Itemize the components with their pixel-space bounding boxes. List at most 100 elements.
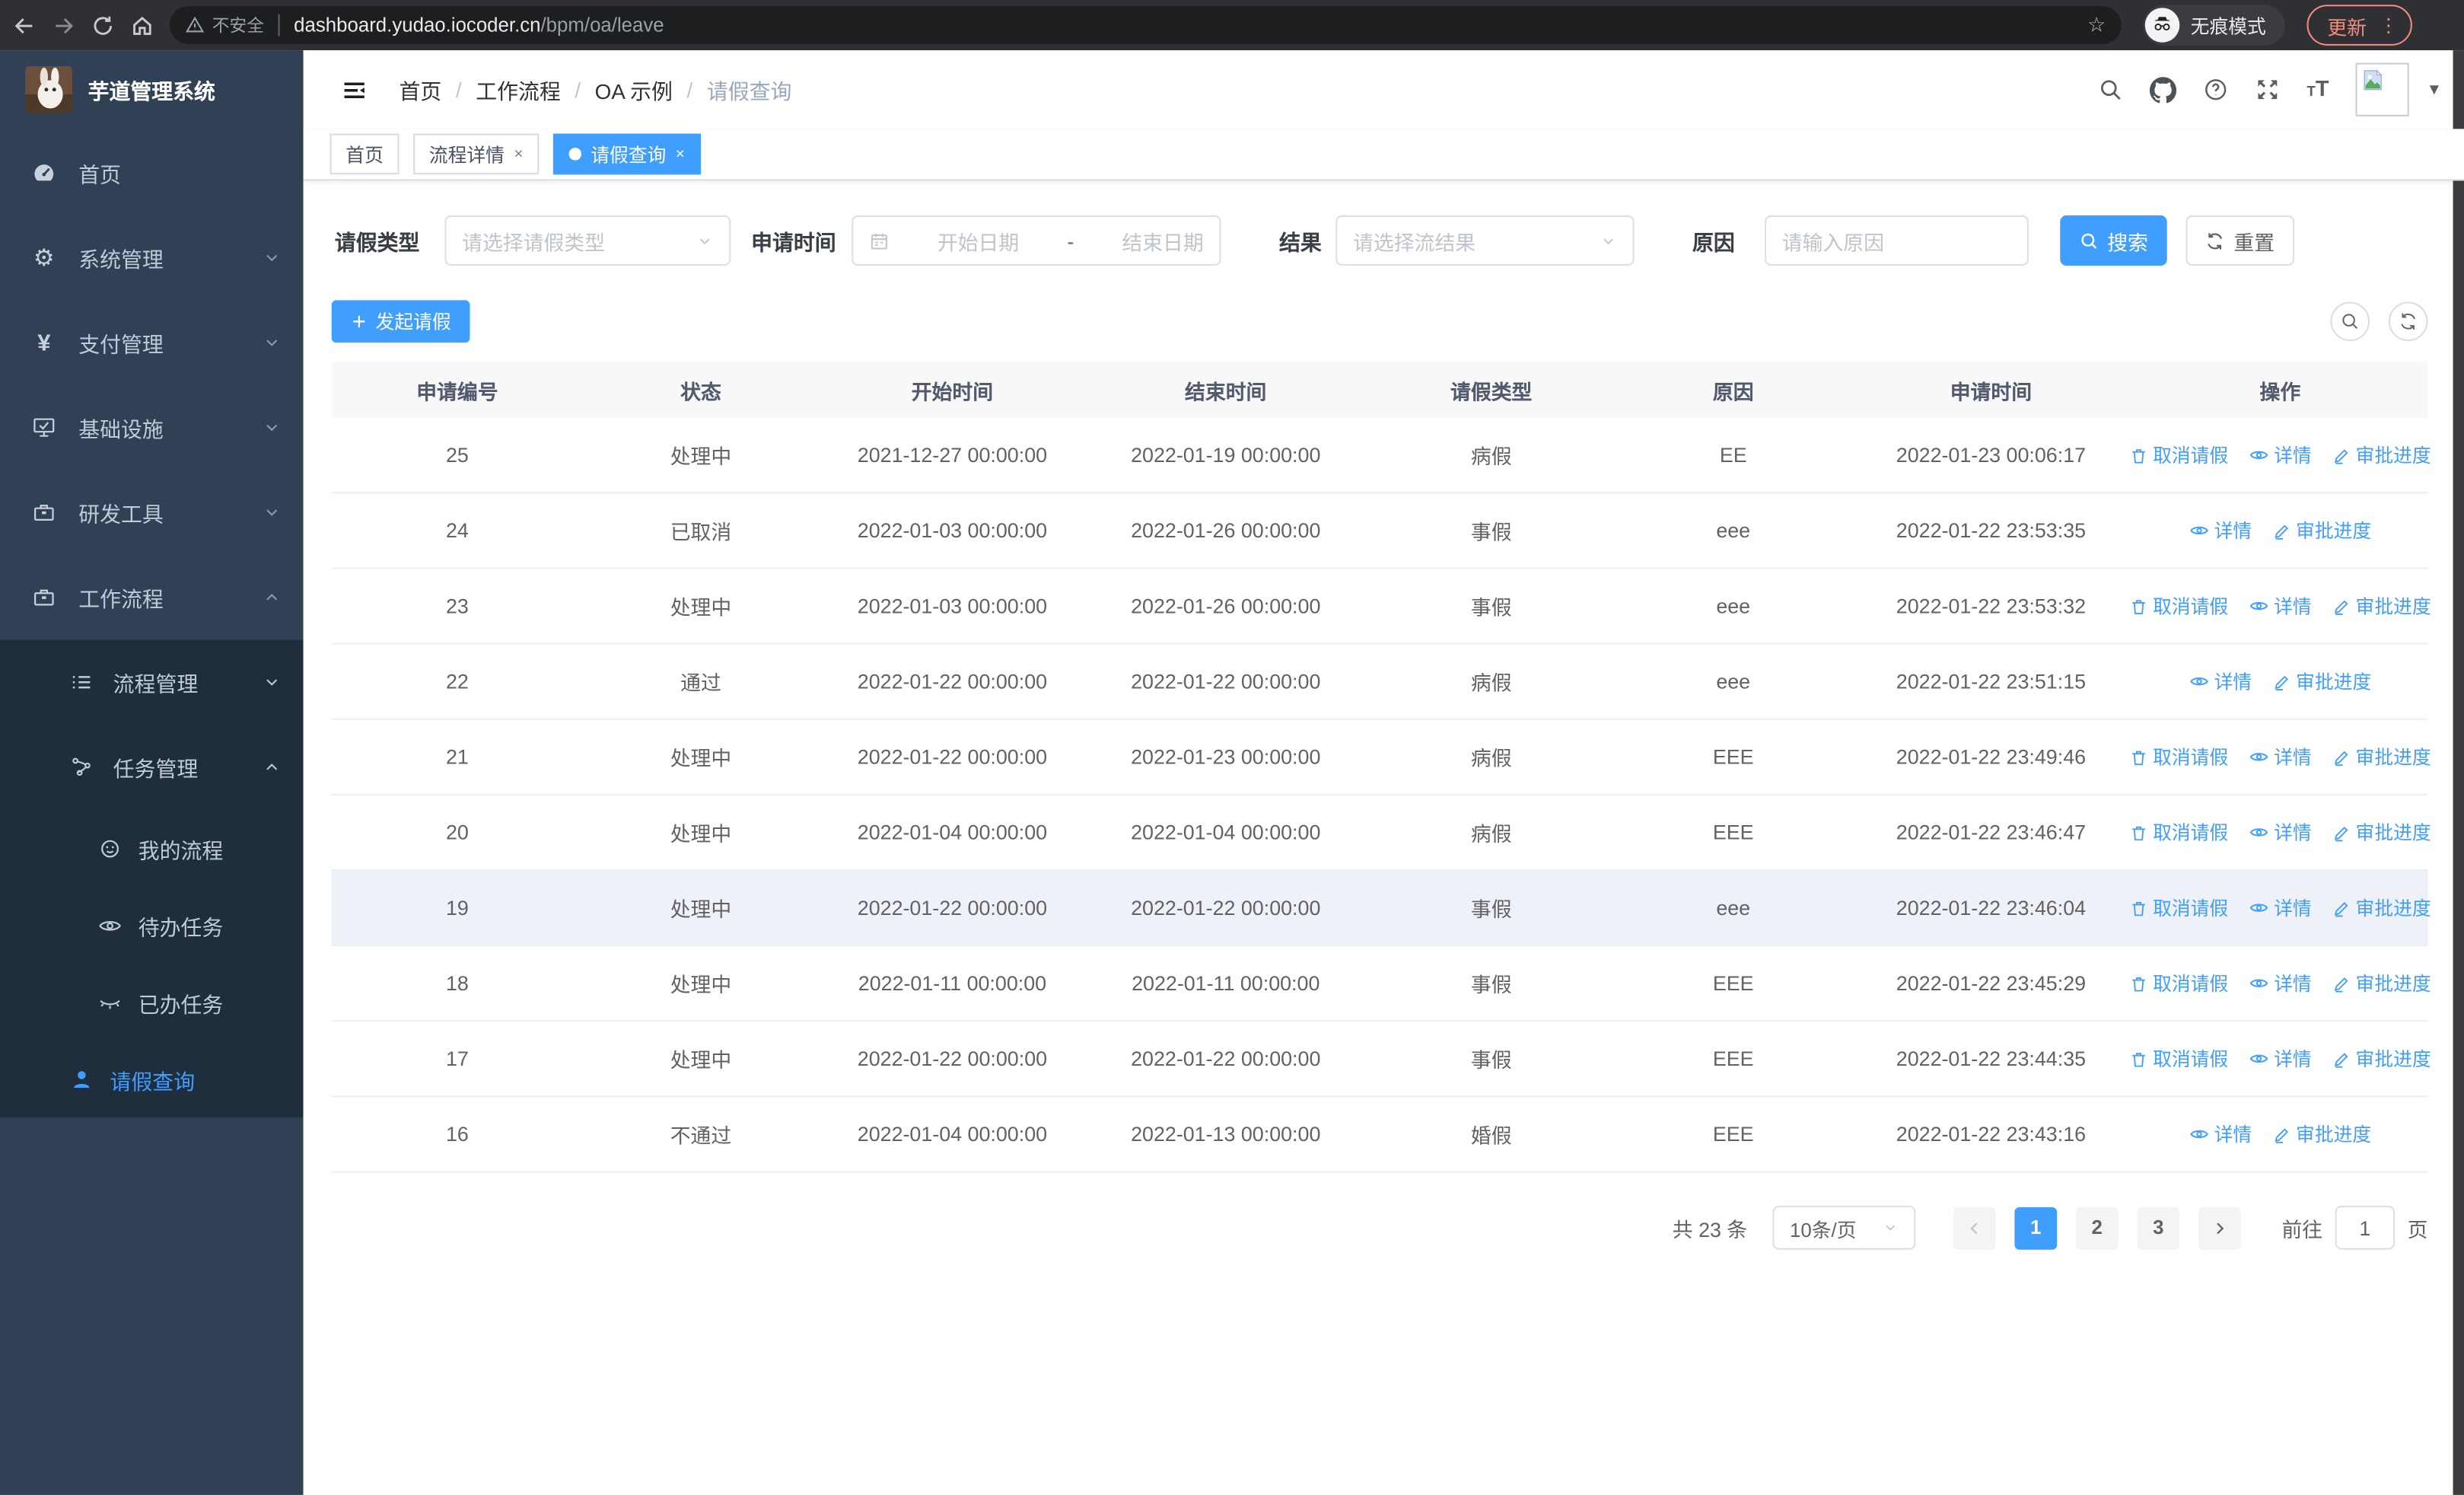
page-size-select[interactable]: 10条/页 [1772, 1205, 1916, 1250]
sidebar-item-done-tasks[interactable]: 已办任务 [0, 964, 304, 1041]
sidebar-item-my-process[interactable]: 我的流程 [0, 810, 304, 887]
trash-icon [2129, 898, 2148, 917]
prev-page-button[interactable] [1953, 1206, 1996, 1249]
github-icon[interactable] [2150, 76, 2177, 103]
cancel-leave-link[interactable]: 取消请假 [2129, 970, 2228, 996]
goto-label: 前往 [2281, 1217, 2323, 1242]
table-row[interactable]: 25 处理中 2021-12-27 00:00:00 2022-01-19 00… [331, 418, 2431, 494]
table-row[interactable]: 17 处理中 2022-01-22 00:00:00 2022-01-22 00… [331, 1022, 2431, 1098]
search-button[interactable]: 搜索 [2060, 215, 2167, 266]
browser-reload-icon[interactable] [91, 14, 115, 37]
browser-forward-icon[interactable] [52, 14, 75, 37]
approval-progress-link[interactable]: 审批进度 [2272, 517, 2371, 543]
tab-home[interactable]: 首页 [329, 133, 400, 175]
detail-link[interactable]: 详情 [2249, 593, 2312, 620]
font-size-icon[interactable]: TT [2307, 75, 2329, 104]
sidebar-collapse-icon[interactable] [341, 76, 368, 103]
cancel-leave-link[interactable]: 取消请假 [2129, 744, 2228, 770]
cancel-leave-link[interactable]: 取消请假 [2129, 441, 2228, 468]
sidebar-item-task-mgmt[interactable]: 任务管理 [0, 725, 304, 810]
cancel-leave-link[interactable]: 取消请假 [2129, 593, 2228, 620]
table-row[interactable]: 19 处理中 2022-01-22 00:00:00 2022-01-22 00… [331, 871, 2431, 947]
browser-update-button[interactable]: 更新 ⋮ [2306, 5, 2412, 46]
sidebar-item-workflow[interactable]: 工作流程 [0, 555, 304, 640]
approval-progress-link[interactable]: 审批进度 [2332, 1045, 2431, 1072]
fullscreen-icon[interactable] [2255, 77, 2280, 102]
browser-toolbar: 不安全 dashboard.yudao.iocoder.cn/bpm/oa/le… [0, 0, 2464, 51]
cell-apply-id: 24 [445, 518, 469, 543]
tab-process-detail[interactable]: 流程详情 × [413, 133, 540, 175]
detail-link[interactable]: 详情 [2249, 970, 2312, 996]
detail-link[interactable]: 详情 [2249, 441, 2312, 468]
approval-progress-link[interactable]: 审批进度 [2332, 441, 2431, 468]
sidebar-item-devtools[interactable]: 研发工具 [0, 470, 304, 555]
approval-progress-link[interactable]: 审批进度 [2272, 668, 2371, 695]
cell-end-time: 2022-01-22 00:00:00 [1131, 1047, 1321, 1071]
close-icon[interactable]: × [514, 145, 523, 163]
cancel-leave-link[interactable]: 取消请假 [2129, 894, 2228, 921]
approval-progress-link[interactable]: 审批进度 [2332, 744, 2431, 770]
table-row[interactable]: 20 处理中 2022-01-04 00:00:00 2022-01-04 00… [331, 795, 2431, 872]
detail-link[interactable]: 详情 [2249, 744, 2312, 770]
table-row[interactable]: 18 处理中 2022-01-11 00:00:00 2022-01-11 00… [331, 946, 2431, 1022]
leave-type-select[interactable]: 请选择请假类型 [444, 215, 731, 266]
sidebar-item-todo-tasks[interactable]: 待办任务 [0, 887, 304, 964]
browser-home-icon[interactable] [130, 14, 154, 37]
browser-back-icon[interactable] [13, 14, 37, 37]
page-number-1[interactable]: 1 [2014, 1206, 2058, 1249]
table-row[interactable]: 23 处理中 2022-01-03 00:00:00 2022-01-26 00… [331, 569, 2431, 645]
sidebar-item-home[interactable]: 首页 [0, 130, 304, 215]
table-row[interactable]: 16 不通过 2022-01-04 00:00:00 2022-01-13 00… [331, 1097, 2428, 1173]
approval-progress-link[interactable]: 审批进度 [2332, 970, 2431, 996]
create-leave-button[interactable]: 发起请假 [331, 300, 470, 343]
goto-page-input[interactable]: 1 [2335, 1205, 2396, 1250]
page-number-2[interactable]: 2 [2075, 1206, 2119, 1249]
column-header: 操作 [2259, 379, 2301, 403]
table-row[interactable]: 22 通过 2022-01-22 00:00:00 2022-01-22 00:… [331, 644, 2428, 720]
search-icon[interactable] [2098, 77, 2123, 102]
approval-progress-link[interactable]: 审批进度 [2332, 819, 2431, 846]
apply-time-range-picker[interactable]: 开始日期 - 结束日期 [852, 215, 1221, 266]
cancel-leave-link[interactable]: 取消请假 [2129, 1045, 2228, 1072]
address-bar[interactable]: 不安全 dashboard.yudao.iocoder.cn/bpm/oa/le… [170, 6, 2122, 44]
sidebar-item-leave-query[interactable]: 请假查询 [0, 1041, 304, 1117]
sidebar-item-process-mgmt[interactable]: 流程管理 [0, 639, 304, 725]
breadcrumb-item[interactable]: 首页 [400, 74, 442, 105]
result-select[interactable]: 请选择流结果 [1335, 215, 1635, 266]
detail-link[interactable]: 详情 [2189, 668, 2252, 695]
cancel-leave-link[interactable]: 取消请假 [2129, 819, 2228, 846]
tab-leave-query[interactable]: 请假查询 × [552, 133, 701, 175]
cell-apply-time: 2022-01-22 23:51:15 [1896, 669, 2087, 693]
detail-link[interactable]: 详情 [2249, 819, 2312, 846]
breadcrumb-item[interactable]: OA 示例 [595, 74, 673, 105]
table-search-toggle-button[interactable] [2330, 301, 2370, 342]
sidebar-item-label: 任务管理 [113, 757, 199, 782]
reason-input[interactable]: 请输入原因 [1765, 215, 2029, 266]
approval-progress-link[interactable]: 审批进度 [2272, 1120, 2371, 1147]
help-icon[interactable] [2203, 77, 2228, 102]
sidebar-item-infrastructure[interactable]: 基础设施 [0, 385, 304, 470]
sidebar-item-payment[interactable]: ¥ 支付管理 [0, 300, 304, 385]
table-row[interactable]: 24 已取消 2022-01-03 00:00:00 2022-01-26 00… [331, 493, 2428, 569]
scrollbar[interactable] [2453, 50, 2464, 1495]
page-number-3[interactable]: 3 [2137, 1206, 2180, 1249]
sidebar-item-system[interactable]: ⚙ 系统管理 [0, 215, 304, 301]
detail-link[interactable]: 详情 [2189, 517, 2252, 543]
approval-progress-link[interactable]: 审批进度 [2332, 894, 2431, 921]
bookmark-star-icon[interactable]: ☆ [2087, 13, 2106, 38]
detail-label: 详情 [2274, 595, 2312, 618]
table-row[interactable]: 21 处理中 2022-01-22 00:00:00 2022-01-23 00… [331, 719, 2431, 795]
avatar[interactable] [2355, 62, 2409, 116]
next-page-button[interactable] [2198, 1206, 2241, 1249]
browser-menu-icon[interactable]: ⋮ [2380, 14, 2399, 37]
breadcrumb-item[interactable]: 工作流程 [476, 74, 561, 105]
avatar-caret-icon[interactable]: ▼ [2427, 81, 2442, 98]
detail-link[interactable]: 详情 [2249, 894, 2312, 921]
pagination: 共 23 条 10条/页 1 2 3 前往 1 页 [332, 1205, 2428, 1250]
detail-link[interactable]: 详情 [2249, 1045, 2312, 1072]
detail-link[interactable]: 详情 [2189, 1120, 2252, 1147]
table-refresh-button[interactable] [2388, 301, 2428, 342]
reset-button[interactable]: 重置 [2185, 215, 2294, 266]
approval-progress-link[interactable]: 审批进度 [2332, 593, 2431, 620]
close-icon[interactable]: × [676, 145, 685, 163]
